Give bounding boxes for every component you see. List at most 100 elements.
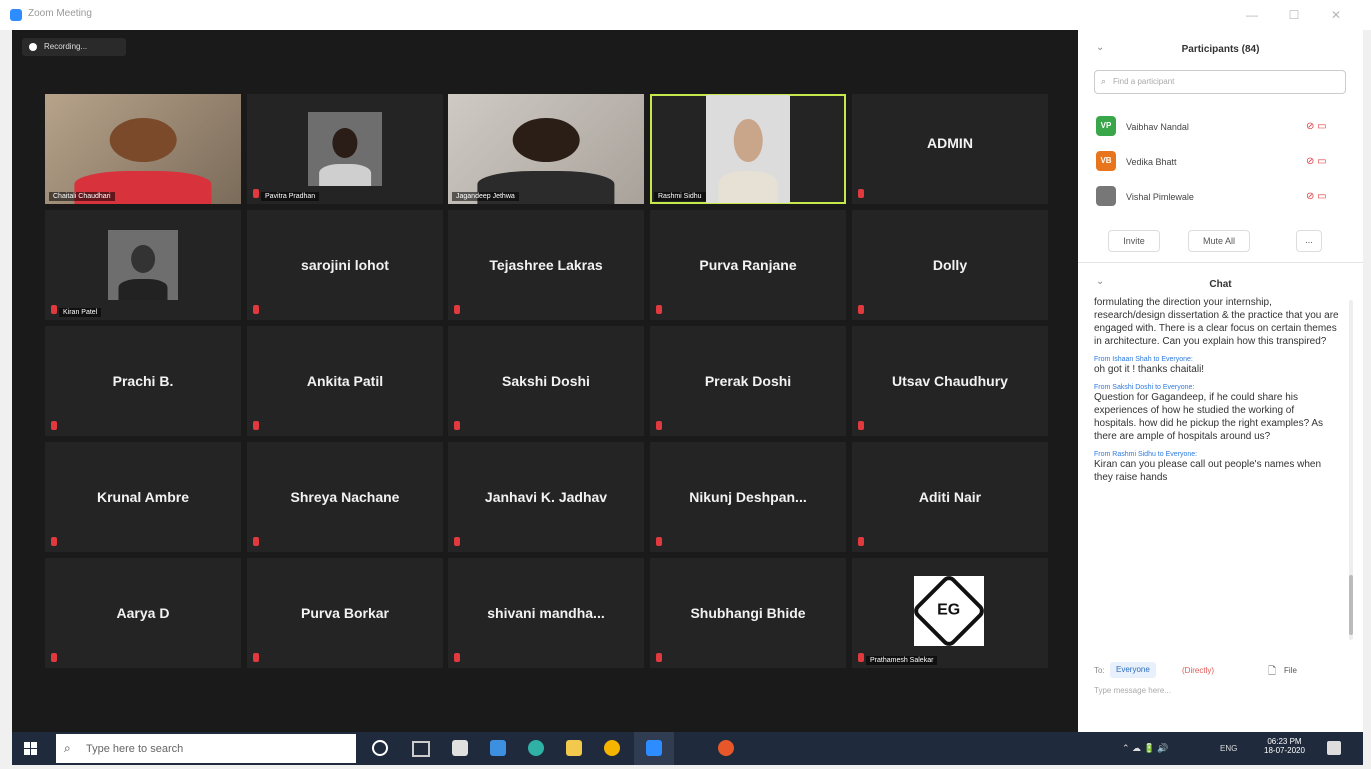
participant-tile[interactable]: Chaitali Chaudhari <box>45 94 241 204</box>
participant-tile[interactable]: Utsav Chaudhury <box>852 326 1048 436</box>
participant-name: Utsav Chaudhury <box>892 373 1008 389</box>
mail-icon[interactable] <box>490 740 506 756</box>
private-chat-label: (Directly) <box>1182 666 1214 675</box>
chat-text: Question for Gagandeep, if he could shar… <box>1094 392 1324 442</box>
participant-name: Aarya D <box>116 605 170 621</box>
search-icon: ⌕ <box>1101 76 1107 86</box>
person-head <box>109 118 177 163</box>
minimize-button[interactable]: — <box>1238 6 1266 24</box>
participant-tile[interactable]: Shreya Nachane <box>247 442 443 552</box>
participant-tile[interactable]: Dolly <box>852 210 1048 320</box>
participant-tile[interactable]: Prerak Doshi <box>650 326 846 436</box>
participant-name: Krunal Ambre <box>96 489 190 505</box>
window-title: Zoom Meeting <box>28 8 92 19</box>
participant-name-label: Kiran Patel <box>59 308 102 317</box>
notifications-icon[interactable] <box>1327 741 1341 755</box>
cortana-icon[interactable] <box>372 740 388 756</box>
person-head <box>512 118 580 163</box>
participant-tile[interactable]: Aditi Nair <box>852 442 1048 552</box>
participant-tile[interactable]: Sakshi Doshi <box>448 326 644 436</box>
task-view-icon[interactable] <box>412 741 430 757</box>
file-icon[interactable]: 🗋 <box>1268 664 1276 681</box>
muted-mic-video-off-icon[interactable]: ⊘ ▭ <box>1306 121 1327 132</box>
chat-text: Kiran can you please call out people's n… <box>1094 459 1322 483</box>
zoom-app-icon <box>10 9 22 21</box>
participant-list-item[interactable]: Vishal Pimlewale ⊘ ▭ <box>1094 186 1344 210</box>
muted-mic-icon <box>51 305 57 314</box>
participant-tile[interactable]: shivani mandha... <box>448 558 644 668</box>
participant-tile[interactable]: Rashmi Sidhu <box>650 94 846 204</box>
file-explorer-icon[interactable] <box>566 740 582 756</box>
participant-tile[interactable]: Shubhangi Bhide <box>650 558 846 668</box>
chat-message-input[interactable]: Type message here... <box>1094 686 1344 716</box>
system-tray-icons[interactable]: ⌃ ☁ 🔋 🔊 <box>1122 743 1168 754</box>
search-icon: ⌕ <box>64 741 71 755</box>
participant-tile[interactable]: Nikunj Deshpan... <box>650 442 846 552</box>
participant-name: shivani mandha... <box>487 605 605 621</box>
participant-name: sarojini lohot <box>301 257 389 273</box>
edge-icon[interactable] <box>528 740 544 756</box>
chat-sender: From Sakshi Doshi to Everyone: <box>1094 384 1195 391</box>
participant-tile[interactable]: Ankita Patil <box>247 326 443 436</box>
more-button[interactable]: ... <box>1296 230 1322 252</box>
participant-name-label: Jagandeep Jethwa <box>452 192 519 201</box>
person-head <box>733 118 763 162</box>
mute-all-button[interactable]: Mute All <box>1188 230 1250 252</box>
participant-name: Shubhangi Bhide <box>690 605 806 621</box>
participant-tile[interactable]: Janhavi K. Jadhav <box>448 442 644 552</box>
participant-name: Prachi B. <box>112 373 174 389</box>
muted-mic-icon <box>656 653 662 662</box>
participant-tile[interactable]: Jagandeep Jethwa <box>448 94 644 204</box>
maximize-button[interactable]: ☐ <box>1280 6 1308 24</box>
chrome-icon[interactable] <box>604 740 620 756</box>
person-body <box>319 163 371 186</box>
participant-tile[interactable]: Purva Ranjane <box>650 210 846 320</box>
chat-scrollbar[interactable] <box>1349 300 1353 640</box>
muted-mic-icon <box>454 653 460 662</box>
participant-tile[interactable]: Prachi B. <box>45 326 241 436</box>
participant-tile[interactable]: Pavitra Pradhan <box>247 94 443 204</box>
participant-tile[interactable]: Kiran Patel <box>45 210 241 320</box>
participant-tile[interactable]: Krunal Ambre <box>45 442 241 552</box>
time: 06:23 PM <box>1267 737 1302 746</box>
app-icon[interactable] <box>718 740 734 756</box>
participant-list-item[interactable]: VP Vaibhav Nandal ⊘ ▭ <box>1094 116 1344 140</box>
participant-tile[interactable]: sarojini lohot <box>247 210 443 320</box>
chat-text: oh got it ! thanks chaitali! <box>1094 364 1205 375</box>
muted-mic-icon <box>253 189 259 198</box>
participant-tile[interactable]: Purva Borkar <box>247 558 443 668</box>
participant-name: Purva Ranjane <box>699 257 797 273</box>
taskbar-search-box[interactable]: ⌕ Type here to search <box>56 734 356 763</box>
muted-mic-video-off-icon[interactable]: ⊘ ▭ <box>1306 156 1327 167</box>
chat-text: formulating the direction your internshi… <box>1094 297 1339 347</box>
muted-mic-icon <box>454 421 460 430</box>
participant-tile[interactable]: Aarya D <box>45 558 241 668</box>
participant-name: Prerak Doshi <box>704 373 792 389</box>
store-icon[interactable] <box>452 740 468 756</box>
language-indicator[interactable]: ENG <box>1220 744 1237 753</box>
participant-name: Dolly <box>932 257 968 273</box>
participant-tile[interactable]: Tejashree Lakras <box>448 210 644 320</box>
chat-scrollbar-thumb[interactable] <box>1349 575 1353 635</box>
participant-search-input[interactable]: ⌕ Find a participant <box>1094 70 1346 94</box>
file-button[interactable]: File <box>1284 666 1297 675</box>
chat-log[interactable]: formulating the direction your internshi… <box>1094 296 1339 641</box>
recording-indicator[interactable]: Recording... <box>22 38 126 56</box>
close-button[interactable]: ✕ <box>1322 6 1350 24</box>
participant-tile[interactable]: EG Prathamesh Salekar <box>852 558 1048 668</box>
muted-mic-icon <box>858 653 864 662</box>
participant-name-label: Pavitra Pradhan <box>261 192 320 201</box>
participant-list-item[interactable]: VB Vedika Bhatt ⊘ ▭ <box>1094 151 1344 175</box>
windows-start-icon[interactable] <box>24 742 37 755</box>
zoom-taskbar-button[interactable] <box>634 732 674 765</box>
invite-button[interactable]: Invite <box>1108 230 1160 252</box>
participant-video <box>108 230 178 300</box>
participant-tile[interactable]: ADMIN <box>852 94 1048 204</box>
divider <box>1078 262 1363 263</box>
muted-mic-video-off-icon[interactable]: ⊘ ▭ <box>1306 191 1327 202</box>
clock[interactable]: 06:23 PM 18-07-2020 <box>1264 737 1305 755</box>
zoom-icon <box>646 740 662 756</box>
recipient-select[interactable]: Everyone <box>1110 662 1156 678</box>
participant-search-placeholder: Find a participant <box>1113 77 1175 86</box>
muted-mic-icon <box>656 421 662 430</box>
